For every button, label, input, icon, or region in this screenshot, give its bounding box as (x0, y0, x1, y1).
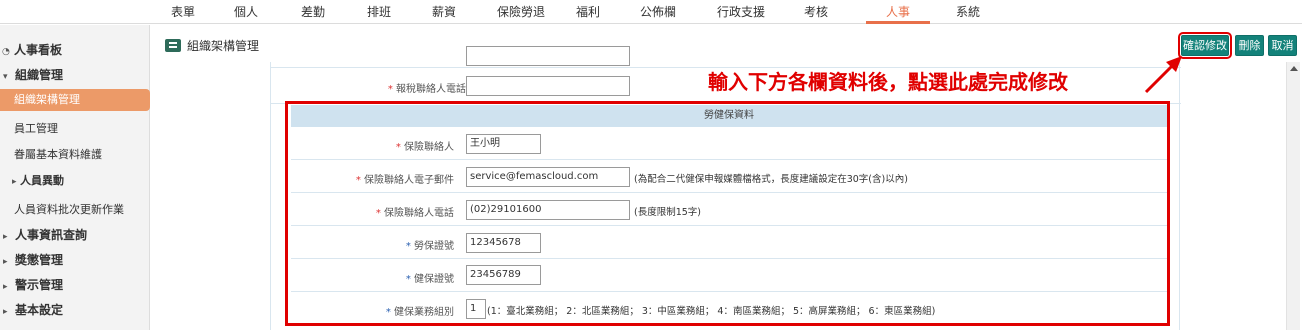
nav-item-insurance[interactable]: 保險勞退 (497, 3, 545, 20)
annotation-text: 輸入下方各欄資料後，點選此處完成修改 (708, 70, 1068, 94)
sidebar-item-org-structure[interactable]: 組織架構管理 (0, 89, 150, 111)
confirm-edit-button[interactable]: 確認修改 (1178, 32, 1232, 59)
nav-item-bulletin[interactable]: 公佈欄 (640, 3, 676, 20)
chevron-right-icon: ▸ (3, 282, 8, 292)
nav-item-personal[interactable]: 個人 (234, 3, 258, 20)
chevron-down-icon: ▾ (3, 72, 8, 82)
page-title: 組織架構管理 (165, 37, 259, 54)
sidebar-item-personnel-change[interactable]: ▸ 人員異動 (0, 172, 150, 188)
sidebar-item-basic-settings[interactable]: ▸ 基本設定 (0, 301, 150, 318)
nav-item-evaluation[interactable]: 考核 (804, 3, 828, 20)
annotation-arrow-icon (1144, 56, 1182, 94)
sidebar-item-batch-update[interactable]: 人員資料批次更新作業 (0, 201, 150, 217)
nav-item-forms[interactable]: 表單 (171, 3, 195, 20)
highlight-box (285, 101, 1170, 326)
app-root: 表單 個人 差勤 排班 薪資 保險勞退 福利 公佈欄 行政支援 考核 人事 系統… (0, 0, 1302, 330)
nav-item-hr[interactable]: 人事 (886, 3, 910, 20)
nav-item-system[interactable]: 系統 (956, 3, 980, 20)
sidebar-item-dependent-maintain[interactable]: 眷屬基本資料維護 (0, 146, 150, 162)
scroll-up-icon[interactable] (1290, 66, 1298, 71)
top-nav: 表單 個人 差勤 排班 薪資 保險勞退 福利 公佈欄 行政支援 考核 人事 系統 (0, 0, 1302, 24)
sidebar-item-hr-board[interactable]: ◔ 人事看板 (0, 41, 150, 58)
cancel-button[interactable]: 取消 (1268, 35, 1297, 56)
sidebar-item-hr-query[interactable]: ▸ 人事資訊查詢 (0, 226, 150, 243)
chevron-right-icon: ▸ (3, 257, 8, 267)
chevron-right-icon: ▸ (12, 177, 17, 187)
chevron-right-icon: ▸ (3, 307, 8, 317)
sidebar-item-reward-punish[interactable]: ▸ 獎懲管理 (0, 251, 150, 268)
sidebar: ◔ 人事看板 ▾ 組織管理 組織架構管理 員工管理 眷屬基本資料維護 ▸ 人員異動 人… (0, 25, 150, 330)
pie-chart-icon: ◔ (2, 47, 10, 57)
nav-item-payroll[interactable]: 薪資 (432, 3, 456, 20)
nav-active-indicator (866, 21, 930, 24)
nav-item-admin-support[interactable]: 行政支援 (717, 3, 765, 20)
nav-item-scheduling[interactable]: 排班 (367, 3, 391, 20)
chevron-right-icon: ▸ (3, 232, 8, 242)
partial-field[interactable] (466, 46, 630, 66)
tax-contact-phone-field[interactable] (466, 76, 630, 96)
delete-button[interactable]: 刪除 (1235, 35, 1264, 56)
sidebar-item-employee-manage[interactable]: 員工管理 (0, 120, 150, 136)
nav-item-welfare[interactable]: 福利 (576, 3, 600, 20)
sidebar-item-org-manage[interactable]: ▾ 組織管理 (0, 66, 150, 83)
scrollbar[interactable] (1286, 62, 1300, 330)
tax-contact-phone-label: * 報稅聯絡人電話 (387, 84, 466, 95)
org-chart-icon (165, 39, 181, 52)
sidebar-item-alert-manage[interactable]: ▸ 警示管理 (0, 276, 150, 293)
nav-item-attendance[interactable]: 差勤 (301, 3, 325, 20)
